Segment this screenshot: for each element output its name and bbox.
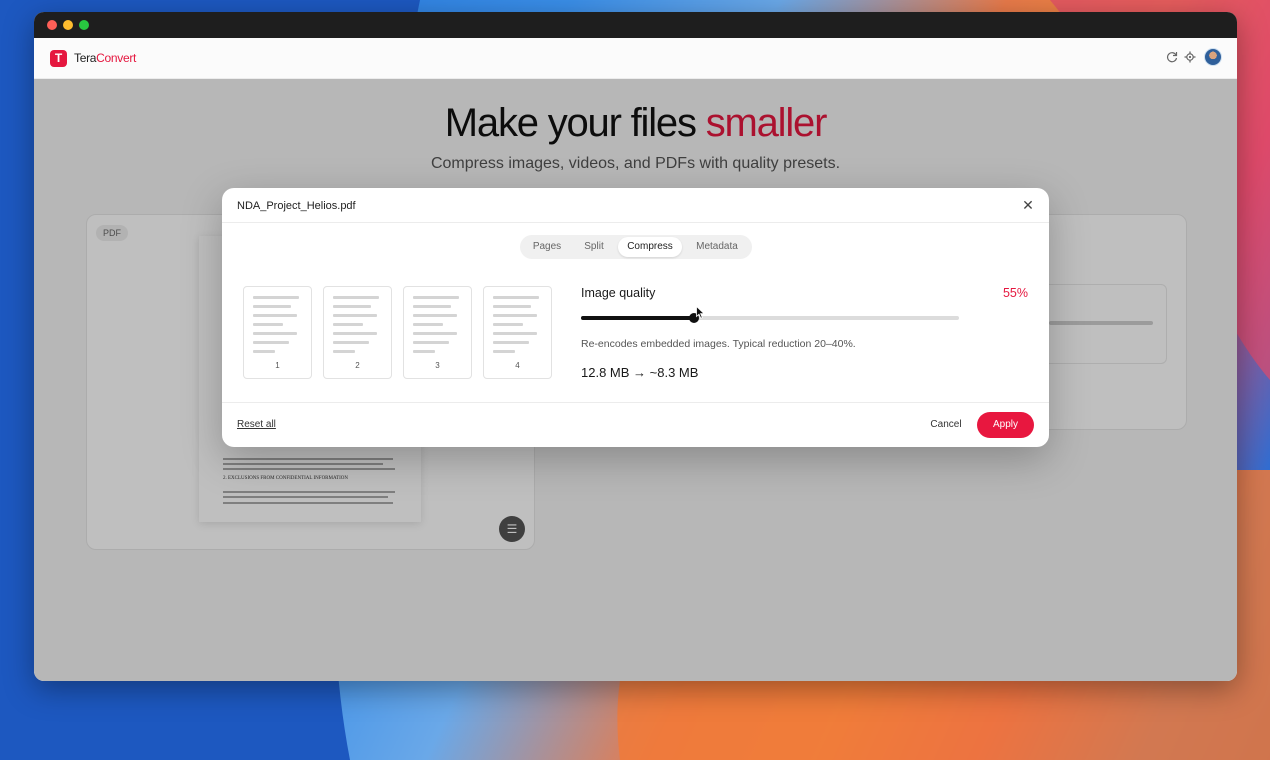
mouse-cursor-icon (696, 305, 706, 322)
maximize-window-button[interactable] (79, 20, 89, 30)
setting-description: Re-encodes embedded images. Typical redu… (581, 338, 856, 350)
file-options-dialog: NDA_Project_Helios.pdf ✕ Pages Split Com… (222, 188, 1049, 447)
divider (222, 222, 1049, 223)
close-icon[interactable]: ✕ (1021, 198, 1035, 212)
page-thumbnail[interactable]: 3 (403, 286, 472, 379)
app-header: T TeraConvert (34, 38, 1237, 79)
image-quality-slider[interactable] (581, 313, 959, 323)
page-thumbnail[interactable]: 1 (243, 286, 312, 379)
reset-all-link[interactable]: Reset all (237, 419, 276, 430)
slider-fill (581, 316, 695, 320)
dialog-title: NDA_Project_Helios.pdf (237, 200, 356, 212)
title-bar (34, 12, 1237, 38)
refresh-icon[interactable] (1165, 51, 1179, 65)
tab-bar: Pages Split Compress Metadata (520, 235, 752, 259)
page-thumbnail[interactable]: 2 (323, 286, 392, 379)
gear-icon[interactable] (1183, 51, 1197, 65)
image-quality-label: Image quality (581, 286, 656, 300)
brand-name: TeraConvert (74, 51, 137, 65)
tab-metadata[interactable]: Metadata (684, 237, 750, 257)
app-logo: T (50, 50, 67, 67)
minimize-window-button[interactable] (63, 20, 73, 30)
page-number: 1 (275, 361, 280, 370)
close-window-button[interactable] (47, 20, 57, 30)
divider (222, 402, 1049, 403)
user-avatar[interactable] (1204, 48, 1222, 66)
image-quality-value: 55% (1002, 286, 1028, 300)
page-thumbnail[interactable]: 4 (483, 286, 552, 379)
tab-pages[interactable]: Pages (522, 237, 572, 257)
page-number: 4 (515, 361, 520, 370)
tab-split[interactable]: Split (572, 237, 616, 257)
page-number: 3 (435, 361, 440, 370)
cancel-button[interactable]: Cancel (922, 414, 970, 436)
page-number: 2 (355, 361, 360, 370)
tab-compress[interactable]: Compress (618, 237, 682, 257)
estimated-size: 12.8 MB → ~8.3 MB (581, 365, 699, 380)
apply-button[interactable]: Apply (977, 412, 1034, 438)
